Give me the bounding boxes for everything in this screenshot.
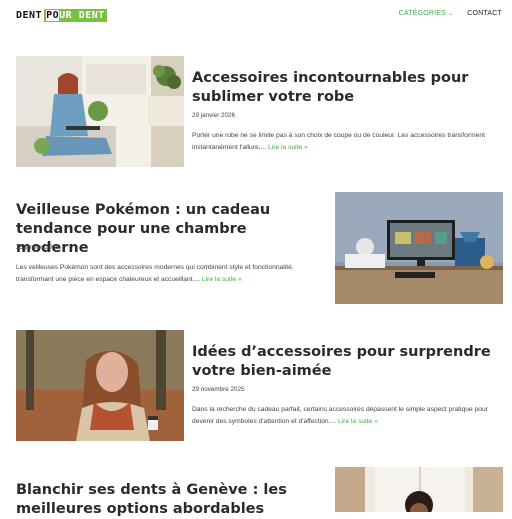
logo-text-po: PO — [46, 9, 60, 21]
logo-text-urdent: UR DENT — [59, 9, 105, 21]
article-thumbnail[interactable] — [16, 56, 184, 167]
woman-autumn-image — [16, 330, 184, 441]
article-card: Accessoires incontournables pour sublime… — [0, 56, 512, 168]
article-date: 29 janvier 2026 — [192, 112, 236, 119]
nav-contact[interactable]: CONTACT — [467, 10, 502, 17]
woman-laptop-image — [16, 56, 184, 167]
main-nav: CATÉGORIES ⌄ CONTACT — [399, 10, 502, 17]
article-card: Idées d’accessoires pour surprendre votr… — [0, 330, 512, 442]
article-excerpt: Dans la recherche du cadeau parfait, cer… — [192, 404, 497, 428]
read-more-link[interactable]: Lire la suite » — [268, 144, 308, 151]
site-logo[interactable]: DENT POUR DENT — [16, 8, 107, 22]
article-excerpt-text: Les veilleuses Pokémon sont des accessoi… — [16, 264, 294, 283]
logo-text-dent: DENT — [16, 9, 43, 21]
article-excerpt: Porter une robe ne se limite pas à son c… — [192, 130, 497, 154]
nav-categories-label: CATÉGORIES — [398, 10, 447, 17]
article-thumbnail[interactable] — [335, 467, 503, 512]
article-excerpt-text: Porter une robe ne se limite pas à son c… — [192, 132, 485, 151]
article-title[interactable]: Accessoires incontournables pour sublime… — [192, 69, 492, 107]
article-title[interactable]: Veilleuse Pokémon : un cadeau tendance p… — [16, 201, 316, 258]
article-thumbnail[interactable] — [16, 330, 184, 441]
read-more-link[interactable]: Lire la suite » — [202, 276, 242, 283]
article-card: Blanchir ses dents à Genève : les meille… — [0, 466, 512, 517]
smiling-woman-image — [335, 467, 503, 512]
article-date: 29 novembre 2025 — [192, 386, 245, 393]
article-date: 25 janvier 2026 — [16, 244, 60, 251]
article-title[interactable]: Blanchir ses dents à Genève : les meille… — [16, 481, 316, 519]
logo-text-highlight: POUR DENT — [44, 8, 107, 22]
article-thumbnail[interactable] — [335, 192, 503, 304]
article-title[interactable]: Idées d’accessoires pour surprendre votr… — [192, 343, 492, 381]
read-more-link[interactable]: Lire la suite » — [338, 418, 378, 425]
chevron-down-icon: ⌄ — [448, 11, 454, 17]
site-header: DENT POUR DENT CATÉGORIES ⌄ CONTACT — [0, 0, 512, 32]
article-excerpt: Les veilleuses Pokémon sont des accessoi… — [16, 262, 328, 286]
article-card: Veilleuse Pokémon : un cadeau tendance p… — [0, 192, 512, 304]
desk-setup-image — [335, 192, 503, 304]
nav-categories[interactable]: CATÉGORIES ⌄ — [399, 10, 454, 17]
